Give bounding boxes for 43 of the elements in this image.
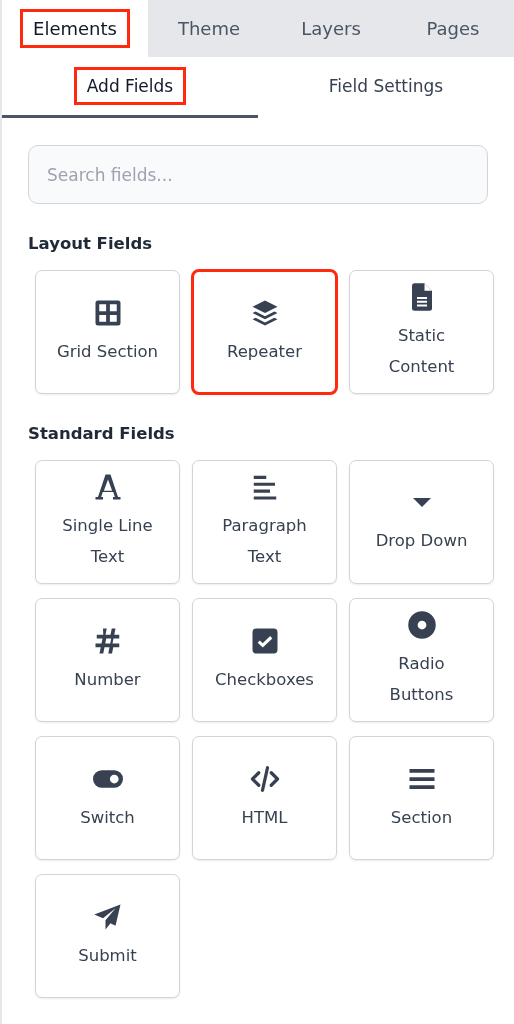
field-label: Single Line xyxy=(62,515,153,537)
field-card[interactable]: Number xyxy=(35,598,180,722)
field-card[interactable]: Switch xyxy=(35,736,180,860)
field-card[interactable]: Drop Down xyxy=(349,460,494,584)
tab[interactable]: Elements xyxy=(2,0,148,57)
caret-icon xyxy=(412,498,431,507)
field-label: Number xyxy=(74,668,141,691)
field-card[interactable]: Paragraph Text xyxy=(192,460,337,584)
section-heading: Standard Fields xyxy=(27,423,176,445)
field-label: Static xyxy=(397,325,446,347)
radio-icon xyxy=(406,610,437,640)
tab-label: Elements xyxy=(20,9,130,48)
field-label: Content xyxy=(388,356,455,378)
field-label: Buttons xyxy=(389,684,454,706)
field-label: Switch xyxy=(80,806,135,829)
field-label: Grid Section xyxy=(56,340,159,363)
field-card[interactable]: Repeater xyxy=(192,270,337,394)
field-label: Radio xyxy=(398,653,445,675)
field-label: Section xyxy=(390,806,453,829)
field-label: Submit xyxy=(78,944,137,967)
field-card[interactable]: Radio Buttons xyxy=(349,598,494,722)
field-label: Text xyxy=(90,546,125,568)
field-label: Repeater xyxy=(227,340,302,363)
field-card[interactable]: Section xyxy=(349,736,494,860)
field-label: Text xyxy=(247,546,282,568)
search-field[interactable]: Search fields... xyxy=(28,145,488,204)
tab-label: Add Fields xyxy=(73,67,187,105)
section-heading: Layout Fields xyxy=(27,233,154,255)
field-card[interactable]: Checkboxes xyxy=(192,598,337,722)
code-icon xyxy=(249,763,280,794)
field-card[interactable]: Submit xyxy=(35,874,180,998)
tab-label: Field Settings xyxy=(327,75,445,98)
field-card[interactable]: Static Content xyxy=(349,270,494,394)
field-card[interactable]: HTML xyxy=(192,736,337,860)
field-label: HTML xyxy=(241,806,288,829)
tab-label: Theme xyxy=(176,17,242,41)
tab-label: Pages xyxy=(425,17,481,41)
tab-label: Layers xyxy=(300,17,362,41)
field-label: Checkboxes xyxy=(215,668,314,691)
field-card[interactable]: Grid Section xyxy=(35,270,180,394)
field-label: Paragraph xyxy=(222,515,307,537)
field-label: Drop Down xyxy=(375,530,468,552)
field-card[interactable]: Single Line Text xyxy=(35,460,180,584)
